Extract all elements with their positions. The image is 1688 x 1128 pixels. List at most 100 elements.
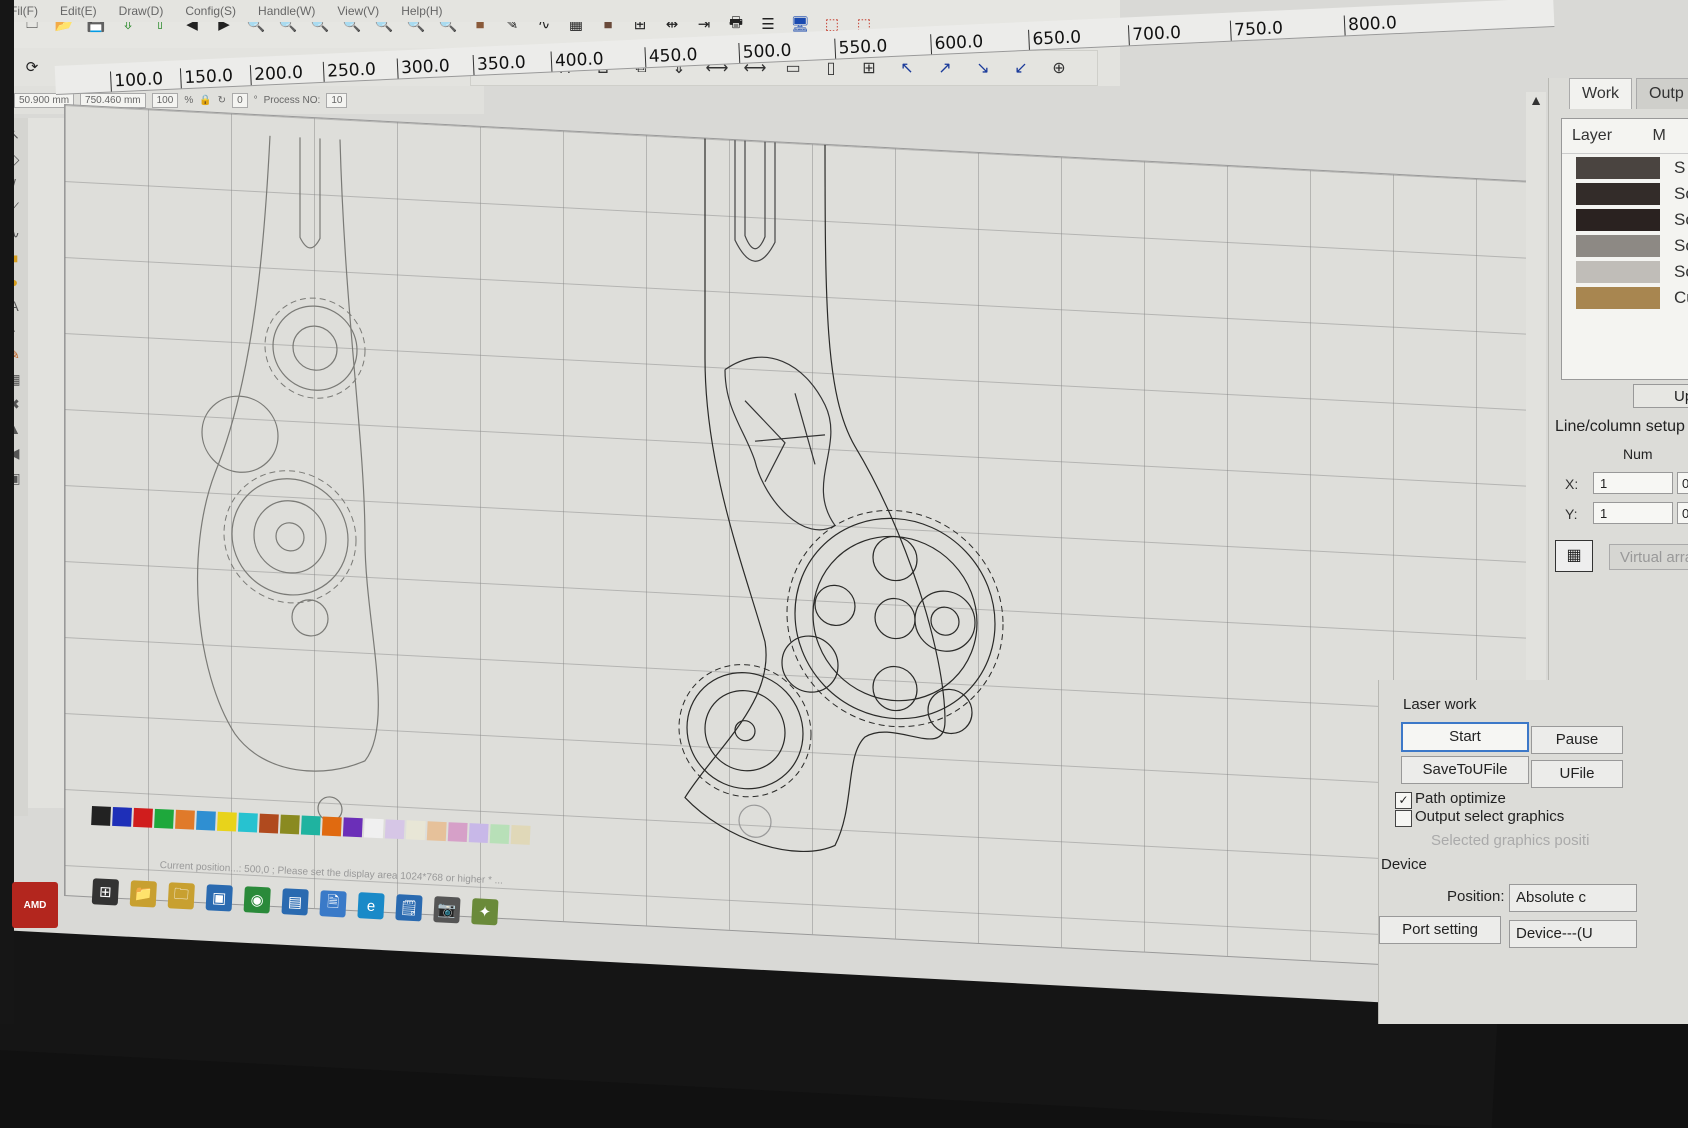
menu-edit[interactable]: Edit(E): [60, 0, 97, 22]
device-select[interactable]: Device---(U: [1509, 920, 1637, 948]
position-select[interactable]: Absolute c: [1509, 884, 1637, 912]
monitor-bezel: [0, 930, 1498, 1128]
palette-swatch[interactable]: [405, 820, 426, 841]
store-icon[interactable]: ▤: [281, 888, 309, 916]
layer-color-swatch: [1576, 183, 1660, 205]
pause-button[interactable]: Pause: [1531, 726, 1623, 754]
drawing-canvas[interactable]: [64, 104, 1536, 974]
palette-swatch[interactable]: [510, 825, 531, 845]
port-setting-button[interactable]: Port setting: [1379, 916, 1501, 944]
palette-swatch[interactable]: [279, 814, 300, 835]
menu-handle[interactable]: Handle(W): [258, 0, 315, 22]
layer-row[interactable]: Sc: [1562, 234, 1688, 258]
tab-work[interactable]: Work: [1569, 78, 1633, 109]
start-button[interactable]: Start: [1401, 722, 1529, 752]
selected-position-label: Selected graphics positi: [1431, 832, 1590, 849]
menu-config[interactable]: Config(S): [185, 0, 236, 22]
ruler-label: 150.0: [179, 65, 234, 89]
width-percent-field[interactable]: 100: [151, 92, 179, 108]
tab-output[interactable]: Outp: [1636, 78, 1688, 109]
ruler-label: 250.0: [322, 59, 377, 82]
layer-row[interactable]: Sca: [1562, 260, 1688, 284]
palette-swatch[interactable]: [133, 807, 153, 828]
same-size-icon[interactable]: ⊞: [857, 56, 881, 80]
edge-icon[interactable]: e: [357, 892, 385, 920]
notes-icon[interactable]: 🗒: [395, 894, 423, 922]
layer-color-swatch: [1576, 261, 1660, 283]
angle-field[interactable]: 0: [232, 92, 248, 108]
ruler-label: 550.0: [834, 36, 888, 59]
process-no-field[interactable]: 10: [326, 92, 348, 108]
palette-swatch[interactable]: [489, 824, 510, 844]
move-top-left-icon[interactable]: ↖: [895, 56, 919, 80]
move-bottom-right-icon[interactable]: ↘: [971, 56, 995, 80]
palette-swatch[interactable]: [384, 819, 405, 840]
num-label: Num: [1623, 446, 1653, 462]
palette-swatch[interactable]: [217, 811, 237, 832]
ufile-button[interactable]: UFile: [1531, 760, 1623, 788]
layer-color-swatch: [1576, 157, 1660, 179]
palette-swatch[interactable]: [237, 812, 258, 833]
laser-work-panel: Laser work Start Pause SaveToUFile UFile…: [1378, 680, 1688, 1024]
x-count-input[interactable]: 1: [1593, 472, 1673, 494]
move-center-icon[interactable]: ⊕: [1047, 56, 1071, 80]
path-optimize-checkbox[interactable]: ✓: [1395, 792, 1412, 809]
move-top-right-icon[interactable]: ↗: [933, 56, 957, 80]
menu-file[interactable]: Fil(F): [10, 0, 38, 22]
layer-row[interactable]: Sc: [1562, 208, 1688, 232]
palette-swatch[interactable]: [363, 818, 384, 839]
lock-icon[interactable]: 🔒: [199, 95, 211, 106]
layer-mode: Sca: [1674, 262, 1688, 281]
ruler-label: 450.0: [644, 44, 698, 68]
right-design-piece: [684, 118, 996, 853]
scroll-up-icon[interactable]: ▲: [1526, 92, 1546, 108]
ruler-label: 750.0: [1229, 18, 1284, 41]
layer-row[interactable]: Sc: [1562, 182, 1688, 206]
chrome-icon[interactable]: ◉: [243, 886, 271, 914]
layer-row[interactable]: Cu: [1562, 286, 1688, 310]
save-to-ufile-button[interactable]: SaveToUFile: [1401, 756, 1529, 784]
start-menu-icon[interactable]: ⊞: [91, 878, 120, 906]
palette-swatch[interactable]: [300, 815, 321, 836]
document-icon[interactable]: 🗎: [319, 890, 347, 918]
device-label: Device: [1381, 856, 1427, 873]
layer-mode: Sc: [1674, 210, 1688, 229]
palette-swatch[interactable]: [154, 808, 174, 829]
palette-swatch[interactable]: [112, 806, 132, 827]
media-icon[interactable]: ▣: [205, 884, 233, 912]
output-select-checkbox[interactable]: [1395, 810, 1412, 827]
layer-mode: Sc: [1674, 236, 1688, 255]
palette-swatch[interactable]: [258, 813, 279, 834]
file-explorer-icon[interactable]: 📁: [129, 880, 157, 908]
virtual-array-button[interactable]: Virtual array: [1609, 544, 1688, 570]
array-grid-icon[interactable]: ▦: [1555, 540, 1593, 572]
percent-unit: %: [184, 94, 194, 106]
camera-icon[interactable]: 📷: [433, 896, 461, 924]
laser-app-icon[interactable]: ✦: [471, 898, 499, 926]
move-bottom-left-icon[interactable]: ↙: [1009, 56, 1033, 80]
palette-swatch[interactable]: [196, 810, 216, 831]
palette-swatch[interactable]: [447, 822, 468, 843]
palette-swatch[interactable]: [468, 823, 489, 843]
layer-color-swatch: [1576, 235, 1660, 257]
rotate-icon[interactable]: ↻: [218, 95, 226, 106]
x-spacing-input[interactable]: 0.0: [1677, 472, 1688, 494]
palette-swatch[interactable]: [175, 809, 195, 830]
menu-view[interactable]: View(V): [337, 0, 379, 22]
folder-icon[interactable]: 🗀: [167, 882, 195, 910]
ruler-label: 600.0: [930, 31, 984, 55]
layer-list-header: Layer M: [1562, 119, 1688, 154]
palette-swatch[interactable]: [91, 806, 111, 826]
y-label: Y:: [1565, 506, 1578, 522]
menu-draw[interactable]: Draw(D): [119, 0, 164, 22]
menu-help[interactable]: Help(H): [401, 0, 442, 22]
y-count-input[interactable]: 1: [1593, 502, 1673, 524]
refresh-icon[interactable]: ⟳: [20, 55, 44, 79]
palette-swatch[interactable]: [321, 816, 342, 837]
palette-swatch[interactable]: [426, 821, 447, 842]
layer-row[interactable]: S: [1562, 156, 1688, 180]
palette-swatch[interactable]: [342, 817, 363, 838]
y-spacing-input[interactable]: 0.0: [1677, 502, 1688, 524]
layer-up-button[interactable]: Up: [1633, 384, 1688, 408]
layer-color-swatch: [1576, 209, 1660, 231]
